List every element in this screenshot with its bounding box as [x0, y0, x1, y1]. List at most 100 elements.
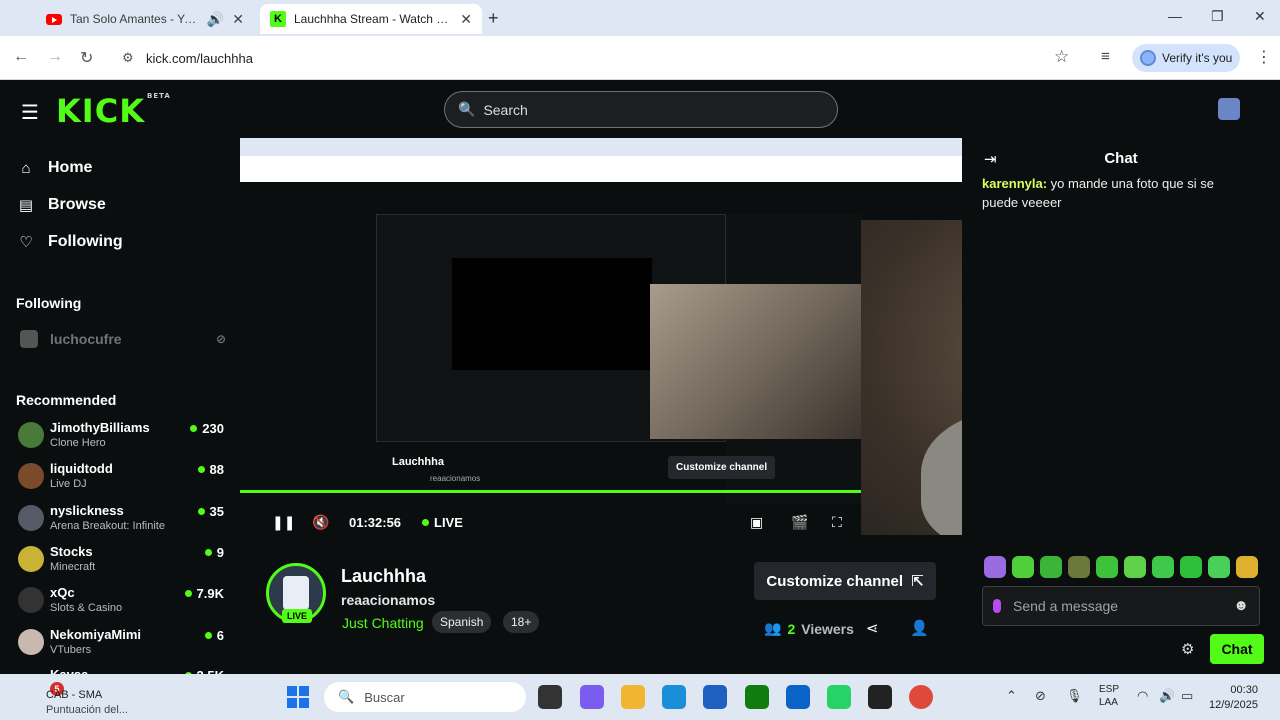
- emote-icon[interactable]: [1096, 556, 1118, 578]
- file-explorer-icon[interactable]: [621, 685, 645, 709]
- chat-username[interactable]: karennyla:: [982, 176, 1047, 191]
- taskbar-search[interactable]: 🔍 Buscar: [324, 682, 526, 712]
- copilot-icon[interactable]: [580, 685, 604, 709]
- emote-icon[interactable]: [1068, 556, 1090, 578]
- viewer-count-value: 6: [216, 628, 224, 643]
- emote-icon[interactable]: [1124, 556, 1146, 578]
- followed-channel-item[interactable]: luchocufre ⊘: [20, 330, 226, 348]
- search-placeholder: Search: [483, 101, 528, 118]
- viewers-label: Viewers: [801, 620, 854, 637]
- clock-date: 12/9/2025: [1209, 699, 1258, 711]
- back-icon[interactable]: ←: [13, 48, 29, 66]
- battery-icon[interactable]: ▭: [1181, 688, 1193, 704]
- sidebar-item-label: Following: [48, 233, 123, 250]
- recommended-item[interactable]: Stocks Minecraft 9: [18, 544, 224, 578]
- tab-kick[interactable]: K Lauchhha Stream - Watch Live on Kick ✕: [260, 4, 482, 34]
- emoji-icon[interactable]: ☻: [1233, 597, 1249, 614]
- channel-category: Clone Hero: [50, 437, 106, 449]
- media-control-icon[interactable]: ≡: [1101, 48, 1110, 65]
- url-field[interactable]: ⚙ kick.com/lauchhha: [112, 42, 1082, 74]
- progress-bar[interactable]: [240, 490, 962, 493]
- store-icon[interactable]: [703, 685, 727, 709]
- emote-icon[interactable]: [984, 556, 1006, 578]
- site-info-icon[interactable]: ⚙: [122, 50, 134, 66]
- emote-icon[interactable]: [1152, 556, 1174, 578]
- emote-icon[interactable]: [1180, 556, 1202, 578]
- system-clock[interactable]: 00:30 12/9/2025: [1209, 683, 1258, 713]
- more-menu-icon[interactable]: ⋮: [1256, 47, 1272, 67]
- sidebar-item-browse[interactable]: ▤ Browse: [18, 196, 106, 214]
- xbox-icon[interactable]: [745, 685, 769, 709]
- theater-mode-icon[interactable]: ▣: [750, 514, 763, 531]
- kick-logo[interactable]: KICK BETA: [56, 92, 171, 130]
- sidebar-item-label: Home: [48, 159, 93, 176]
- minimize-icon[interactable]: —: [1168, 8, 1182, 24]
- fullscreen-icon[interactable]: ⛶: [832, 514, 842, 531]
- weather-widget[interactable]: 5 CAB - SMA Puntuación del...: [22, 680, 132, 716]
- outlook-icon[interactable]: [786, 685, 810, 709]
- close-tab-icon[interactable]: ✕: [232, 11, 244, 28]
- tab-title: Lauchhha Stream - Watch Live on Kick: [294, 12, 452, 26]
- chat-send-button[interactable]: Chat: [1210, 634, 1264, 664]
- url-text: kick.com/lauchhha: [146, 50, 253, 66]
- video-player[interactable]: Lauchhha reaacionamos Customize channel …: [240, 138, 962, 535]
- close-tab-icon[interactable]: ✕: [460, 11, 472, 28]
- chat-input[interactable]: Send a message ☻: [982, 586, 1260, 626]
- mic-tray-icon[interactable]: 🎙: [1066, 688, 1083, 704]
- user-avatar[interactable]: [1218, 98, 1240, 120]
- close-window-icon[interactable]: ✕: [1254, 8, 1266, 25]
- emote-icon[interactable]: [1012, 556, 1034, 578]
- bookmark-star-icon[interactable]: ☆: [1054, 47, 1069, 67]
- game-app-icon[interactable]: [868, 685, 892, 709]
- network-tray-icon[interactable]: ⊘: [1035, 688, 1046, 704]
- emote-icon[interactable]: [1236, 556, 1258, 578]
- tray-chevron-icon[interactable]: ⌃: [1006, 688, 1017, 704]
- mute-icon[interactable]: 🔇: [312, 514, 329, 531]
- speaker-icon[interactable]: 🔊: [207, 11, 224, 28]
- windows-start-icon[interactable]: [287, 686, 309, 708]
- sidebar-item-home[interactable]: ⌂ Home: [18, 159, 92, 177]
- reload-icon[interactable]: ↻: [80, 48, 93, 68]
- task-view-icon[interactable]: [538, 685, 562, 709]
- tag-language[interactable]: Spanish: [432, 611, 492, 633]
- menu-icon[interactable]: ☰: [21, 100, 39, 125]
- emote-icon[interactable]: [1208, 556, 1230, 578]
- chat-settings-icon[interactable]: ⚙: [1181, 640, 1194, 658]
- mic-icon[interactable]: [993, 599, 1001, 613]
- language-indicator[interactable]: ESP LAA: [1099, 683, 1119, 709]
- recommended-item[interactable]: xQc Slots & Casino 7.9K: [18, 585, 224, 619]
- tab-youtube[interactable]: Tan Solo Amantes - YouTube 🔊 ✕: [36, 4, 254, 34]
- restore-icon[interactable]: ❐: [1211, 8, 1224, 25]
- whatsapp-icon[interactable]: [827, 685, 851, 709]
- emote-icon[interactable]: [1040, 556, 1062, 578]
- channel-name[interactable]: Lauchhha: [341, 566, 426, 587]
- following-heading: Following: [16, 295, 82, 311]
- stream-category[interactable]: Just Chatting: [342, 615, 424, 631]
- share-icon[interactable]: ⋖: [866, 619, 879, 637]
- customize-channel-button[interactable]: Customize channel ⇱: [754, 562, 936, 600]
- forward-icon[interactable]: →: [47, 48, 63, 66]
- edge-icon[interactable]: [662, 685, 686, 709]
- sidebar-item-following[interactable]: ♡ Following: [18, 233, 123, 251]
- nested-address-bar: [240, 156, 962, 182]
- wifi-icon[interactable]: ◠: [1137, 688, 1148, 704]
- channel-category: Arena Breakout: Infinite: [50, 520, 165, 532]
- recommended-item[interactable]: JimothyBilliams Clone Hero 230: [18, 420, 224, 454]
- pause-icon[interactable]: ❚❚: [272, 514, 295, 531]
- chrome-icon[interactable]: [909, 685, 933, 709]
- channel-category: VTubers: [50, 644, 92, 656]
- recommended-item[interactable]: nyslickness Arena Breakout: Infinite 35: [18, 503, 224, 537]
- follow-user-icon[interactable]: 👤: [910, 619, 929, 637]
- volume-icon[interactable]: 🔊: [1159, 688, 1175, 704]
- recommended-item[interactable]: NekomiyaMimi VTubers 6: [18, 627, 224, 661]
- channel-name: liquidtodd: [50, 461, 113, 476]
- kick-header: ☰ KICK BETA 🔍 Search: [0, 80, 1280, 138]
- verify-profile-button[interactable]: Verify it's you: [1132, 44, 1240, 72]
- tag-age[interactable]: 18+: [503, 611, 540, 633]
- live-badge: LIVE: [282, 609, 312, 623]
- new-tab-icon[interactable]: +: [488, 8, 499, 29]
- clip-icon[interactable]: 🎬: [791, 514, 808, 531]
- search-input[interactable]: 🔍 Search: [444, 91, 838, 128]
- weather-line-2: Puntuación del...: [46, 704, 128, 716]
- recommended-item[interactable]: liquidtodd Live DJ 88: [18, 461, 224, 495]
